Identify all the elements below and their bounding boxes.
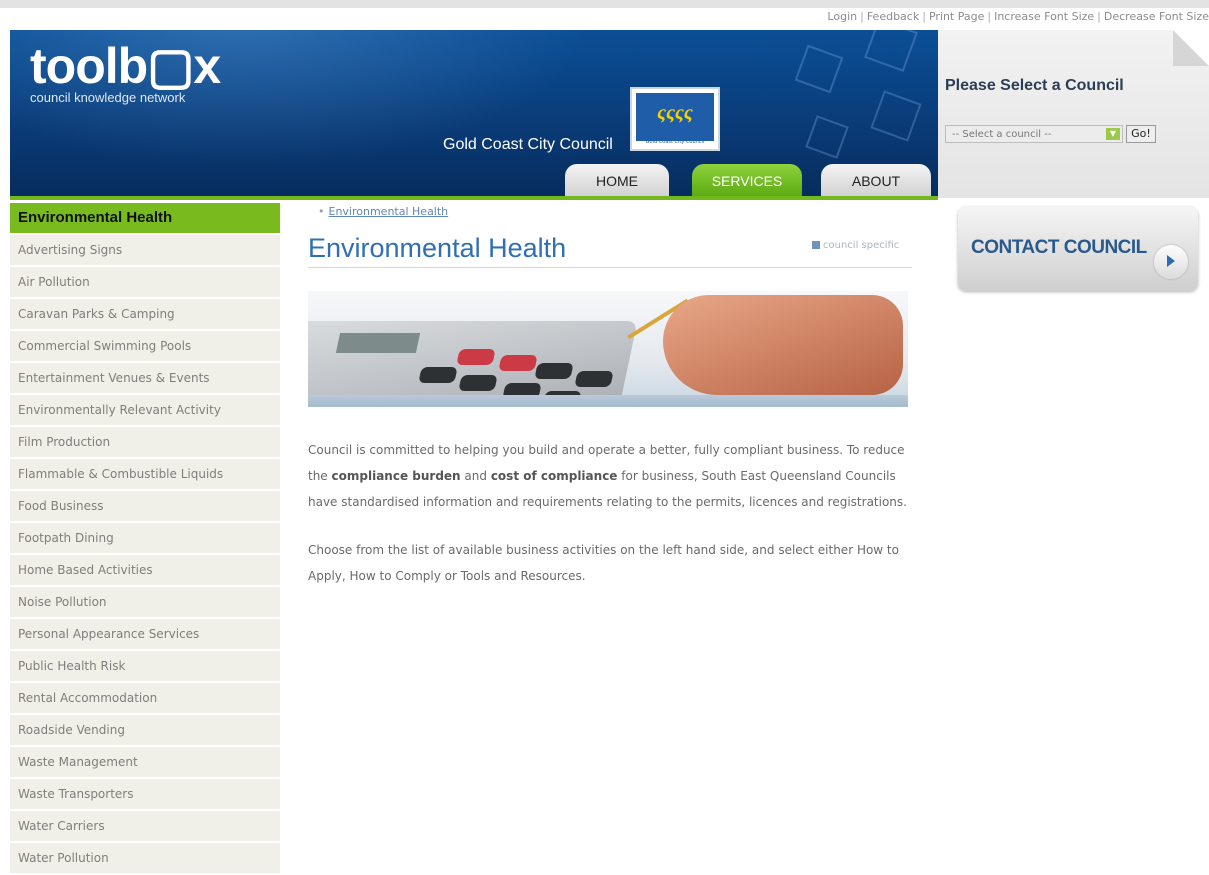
council-select[interactable]: -- Select a council -- ▼ — [945, 125, 1123, 143]
calculator-screen — [335, 333, 421, 353]
chevron-down-icon[interactable]: ▼ — [1106, 128, 1120, 140]
sidebar-item-water-pollution[interactable]: Water Pollution — [10, 843, 280, 875]
hero-image — [308, 291, 908, 407]
header-green-rule — [10, 196, 938, 200]
arrow-right-icon — [1154, 245, 1188, 279]
sidebar-item-flammable-liquids[interactable]: Flammable & Combustible Liquids — [10, 459, 280, 491]
grid-icon — [812, 241, 820, 249]
council-select-panel: Please Select a Council -- Select a coun… — [938, 30, 1209, 198]
increase-font-link[interactable]: Increase Font Size — [994, 10, 1094, 23]
para1-text: and — [460, 469, 491, 483]
sidebar-item-rental-accommodation[interactable]: Rental Accommodation — [10, 683, 280, 715]
council-logo-mark: ςςςς — [636, 93, 714, 141]
sidebar-item-food-business[interactable]: Food Business — [10, 491, 280, 523]
cube-decoration — [794, 44, 844, 94]
toolbox-logo[interactable]: toolb▢x council knowledge network — [30, 38, 221, 105]
brand-name: toolb▢x — [30, 38, 221, 94]
intro-paragraph-2: Choose from the list of available busine… — [308, 543, 899, 583]
calculator-key — [418, 367, 458, 383]
hand-shape — [663, 295, 903, 395]
cube-decoration — [864, 30, 918, 72]
contact-council-label: CONTACT COUNCIL — [971, 237, 1147, 258]
sidebar-item-entertainment-venues[interactable]: Entertainment Venues & Events — [10, 363, 280, 395]
calculator-key — [534, 363, 574, 379]
sidebar-item-advertising-signs[interactable]: Advertising Signs — [10, 235, 280, 267]
breadcrumb: • Environmental Health — [318, 205, 448, 218]
separator: | — [922, 10, 926, 23]
separator: | — [1097, 10, 1101, 23]
council-select-value: -- Select a council -- — [952, 129, 1052, 140]
sidebar-item-personal-appearance[interactable]: Personal Appearance Services — [10, 619, 280, 651]
separator: | — [860, 10, 864, 23]
sidebar-item-water-carriers[interactable]: Water Carriers — [10, 811, 280, 843]
utility-links: Login | Feedback | Print Page | Increase Font … — [827, 10, 1209, 26]
sidebar-item-film-production[interactable]: Film Production — [10, 427, 280, 459]
emphasis-cost-of-compliance: cost of compliance — [490, 469, 618, 483]
print-page-link[interactable]: Print Page — [929, 10, 984, 23]
council-logo: ςςςς Gold Coast City Council — [630, 87, 720, 151]
sidebar-item-waste-management[interactable]: Waste Management — [10, 747, 280, 779]
cube-decoration — [870, 90, 922, 142]
cube-decoration — [805, 115, 849, 159]
council-specific-link[interactable]: council specific — [812, 240, 899, 251]
bullet-icon: • — [318, 205, 325, 218]
top-strip — [0, 0, 1209, 8]
title-divider — [308, 267, 912, 268]
emphasis-compliance-burden: compliance burden — [331, 469, 461, 483]
site-header: toolb▢x council knowledge network Gold C… — [10, 30, 938, 198]
sidebar: Environmental Health Advertising Signs A… — [10, 203, 280, 875]
sidebar-item-footpath-dining[interactable]: Footpath Dining — [10, 523, 280, 555]
feedback-link[interactable]: Feedback — [867, 10, 919, 23]
council-specific-label: council specific — [823, 240, 900, 251]
sidebar-item-air-pollution[interactable]: Air Pollution — [10, 267, 280, 299]
council-panel-title: Please Select a Council — [945, 77, 1124, 94]
sidebar-item-relevant-activity[interactable]: Environmentally Relevant Activity — [10, 395, 280, 427]
intro-paragraph-1: Council is committed to helping you buil… — [308, 437, 908, 515]
sidebar-item-public-health-risk[interactable]: Public Health Risk — [10, 651, 280, 683]
sidebar-item-waste-transporters[interactable]: Waste Transporters — [10, 779, 280, 811]
separator: | — [987, 10, 992, 23]
sidebar-item-caravan-parks[interactable]: Caravan Parks & Camping — [10, 299, 280, 331]
tab-home[interactable]: HOME — [565, 164, 669, 196]
council-logo-caption: Gold Coast City Council — [645, 139, 705, 145]
login-link[interactable]: Login — [827, 10, 857, 23]
sidebar-item-roadside-vending[interactable]: Roadside Vending — [10, 715, 280, 747]
sidebar-item-noise-pollution[interactable]: Noise Pollution — [10, 587, 280, 619]
intro-text: Council is committed to helping you buil… — [308, 437, 908, 611]
calculator-key — [574, 371, 614, 387]
calculator-key — [498, 355, 538, 371]
sidebar-heading[interactable]: Environmental Health — [10, 203, 280, 235]
tab-services[interactable]: SERVICES — [692, 164, 802, 196]
sidebar-item-swimming-pools[interactable]: Commercial Swimming Pools — [10, 331, 280, 363]
go-button[interactable]: Go! — [1126, 125, 1156, 143]
breadcrumb-link[interactable]: Environmental Health — [329, 205, 449, 218]
sidebar-item-home-based[interactable]: Home Based Activities — [10, 555, 280, 587]
hero-base — [308, 395, 908, 407]
page-fold-decoration — [1173, 30, 1209, 66]
calculator-key — [456, 349, 496, 365]
page-title: Environmental Health — [308, 233, 567, 263]
calculator-key — [458, 375, 498, 391]
decrease-font-link[interactable]: Decrease Font Size — [1104, 10, 1209, 23]
contact-council-button[interactable]: CONTACT COUNCIL — [958, 207, 1198, 291]
council-name: Gold Coast City Council — [443, 136, 613, 153]
tab-about[interactable]: ABOUT — [821, 164, 931, 196]
